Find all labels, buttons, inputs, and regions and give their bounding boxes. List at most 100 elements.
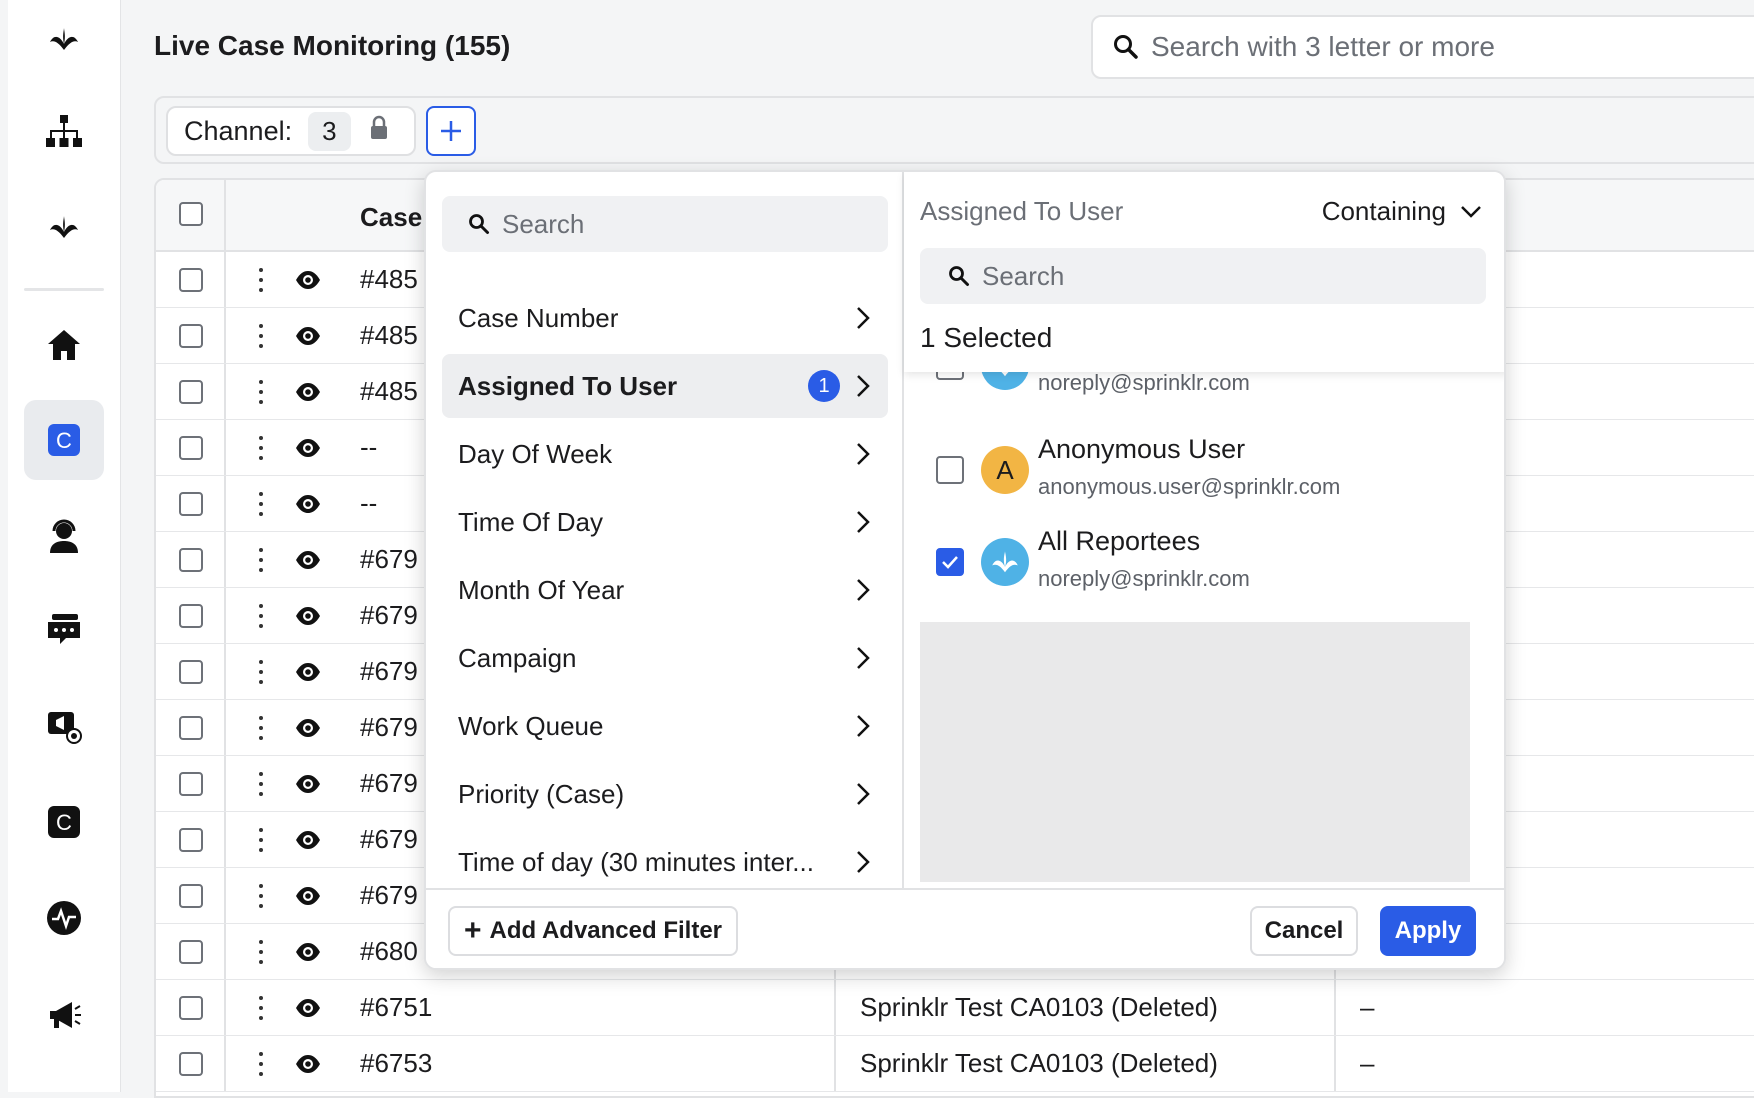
row-checkbox[interactable] <box>179 716 203 740</box>
user-search-input[interactable] <box>982 260 1342 292</box>
user-checkbox-checked[interactable] <box>936 548 964 576</box>
eye-icon[interactable] <box>295 604 321 633</box>
more-options-icon[interactable] <box>258 940 264 964</box>
monitor-megaphone-icon[interactable] <box>24 686 104 766</box>
table-row[interactable]: #6753 Sprinklr Test CA0103 (Deleted) – <box>156 1036 1754 1092</box>
eye-icon[interactable] <box>295 492 321 521</box>
row-checkbox[interactable] <box>179 772 203 796</box>
filter-field-item[interactable]: Work Queue <box>442 694 888 758</box>
search-input[interactable] <box>1151 31 1751 63</box>
row-checkbox[interactable] <box>179 940 203 964</box>
apply-button[interactable]: Apply <box>1380 906 1476 956</box>
eye-icon[interactable] <box>295 772 321 801</box>
more-options-icon[interactable] <box>258 548 264 572</box>
row-checkbox[interactable] <box>179 324 203 348</box>
table-row[interactable]: #6751 Sprinklr Test CA0103 (Deleted) – <box>156 980 1754 1036</box>
filter-field-item[interactable]: Case Number <box>442 286 888 350</box>
field-search-input[interactable] <box>502 208 862 240</box>
pulse-icon[interactable] <box>24 878 104 958</box>
more-options-icon[interactable] <box>258 660 264 684</box>
case-number[interactable]: #679 <box>360 712 418 743</box>
eye-icon[interactable] <box>295 268 321 297</box>
more-options-icon[interactable] <box>258 604 264 628</box>
row-checkbox[interactable] <box>179 660 203 684</box>
row-checkbox[interactable] <box>179 1052 203 1076</box>
case-number[interactable]: #679 <box>360 656 418 687</box>
filter-field-item[interactable]: Day Of Week <box>442 422 888 486</box>
more-options-icon[interactable] <box>258 828 264 852</box>
case-number[interactable]: #485 <box>360 376 418 407</box>
filter-field-item[interactable]: Time Of Day <box>442 490 888 554</box>
case-number[interactable]: #6753 <box>360 1048 432 1079</box>
row-checkbox[interactable] <box>179 380 203 404</box>
select-all-checkbox[interactable] <box>179 202 203 226</box>
eye-icon[interactable] <box>295 1052 321 1081</box>
home-icon[interactable] <box>24 305 104 385</box>
row-checkbox[interactable] <box>179 996 203 1020</box>
field-search-box[interactable] <box>442 196 888 252</box>
eye-icon[interactable] <box>295 380 321 409</box>
filter-field-item[interactable]: Assigned To User 1 <box>442 354 888 418</box>
row-checkbox[interactable] <box>179 884 203 908</box>
filter-field-item[interactable]: Month Of Year <box>442 558 888 622</box>
agent-headset-icon[interactable] <box>24 496 104 576</box>
eye-icon[interactable] <box>295 324 321 353</box>
filter-field-item[interactable]: Time of day (30 minutes inter... <box>442 830 888 894</box>
case-number[interactable]: #485 <box>360 264 418 295</box>
more-options-icon[interactable] <box>258 268 264 292</box>
case-number[interactable]: #485 <box>360 320 418 351</box>
channel-filter-chip[interactable]: Channel: 3 <box>166 106 416 156</box>
filter-field-item[interactable]: Campaign <box>442 626 888 690</box>
add-filter-button[interactable] <box>426 106 476 156</box>
more-options-icon[interactable] <box>258 324 264 348</box>
operator-dropdown[interactable]: Containing <box>1322 196 1482 227</box>
case-icon[interactable]: C <box>24 782 104 862</box>
case-number[interactable]: #679 <box>360 824 418 855</box>
eye-icon[interactable] <box>295 716 321 745</box>
filter-field-item[interactable]: Priority (Case) <box>442 762 888 826</box>
megaphone-icon[interactable] <box>24 975 104 1055</box>
row-checkbox[interactable] <box>179 548 203 572</box>
eye-icon[interactable] <box>295 548 321 577</box>
more-options-icon[interactable] <box>258 772 264 796</box>
sprinklr-logo-icon[interactable] <box>24 0 104 80</box>
case-icon[interactable]: C <box>24 400 104 480</box>
chat-icon[interactable] <box>24 590 104 670</box>
user-option[interactable]: All Reportees noreply@sprinklr.com <box>904 520 1504 612</box>
top-search-box[interactable] <box>1091 15 1754 79</box>
case-number[interactable]: #679 <box>360 880 418 911</box>
user-search-box[interactable] <box>920 248 1486 304</box>
eye-icon[interactable] <box>295 436 321 465</box>
case-number[interactable]: #679 <box>360 544 418 575</box>
row-checkbox[interactable] <box>179 436 203 460</box>
more-options-icon[interactable] <box>258 380 264 404</box>
more-options-icon[interactable] <box>258 492 264 516</box>
row-checkbox[interactable] <box>179 268 203 292</box>
sprinklr-logo-icon[interactable] <box>24 188 104 268</box>
row-checkbox[interactable] <box>179 492 203 516</box>
hierarchy-icon[interactable] <box>24 92 104 172</box>
eye-icon[interactable] <box>295 660 321 689</box>
eye-icon[interactable] <box>295 884 321 913</box>
row-checkbox[interactable] <box>179 828 203 852</box>
cancel-button[interactable]: Cancel <box>1250 906 1358 956</box>
case-number[interactable]: #679 <box>360 600 418 631</box>
more-options-icon[interactable] <box>258 436 264 460</box>
user-option[interactable]: A Anonymous User anonymous.user@sprinklr… <box>904 428 1504 520</box>
more-options-icon[interactable] <box>258 1052 264 1076</box>
eye-icon[interactable] <box>295 940 321 969</box>
case-number[interactable]: -- <box>360 432 377 463</box>
add-advanced-filter-button[interactable]: + Add Advanced Filter <box>448 906 739 956</box>
eye-icon[interactable] <box>295 828 321 857</box>
more-options-icon[interactable] <box>258 996 264 1020</box>
user-checkbox[interactable] <box>936 456 964 484</box>
eye-icon[interactable] <box>295 996 321 1025</box>
case-number[interactable]: #679 <box>360 768 418 799</box>
case-number[interactable]: -- <box>360 488 377 519</box>
case-number[interactable]: #680 <box>360 936 418 967</box>
row-checkbox[interactable] <box>179 604 203 628</box>
more-options-icon[interactable] <box>258 716 264 740</box>
case-column-header[interactable]: Case <box>360 202 422 233</box>
more-options-icon[interactable] <box>258 884 264 908</box>
case-number[interactable]: #6751 <box>360 992 432 1023</box>
